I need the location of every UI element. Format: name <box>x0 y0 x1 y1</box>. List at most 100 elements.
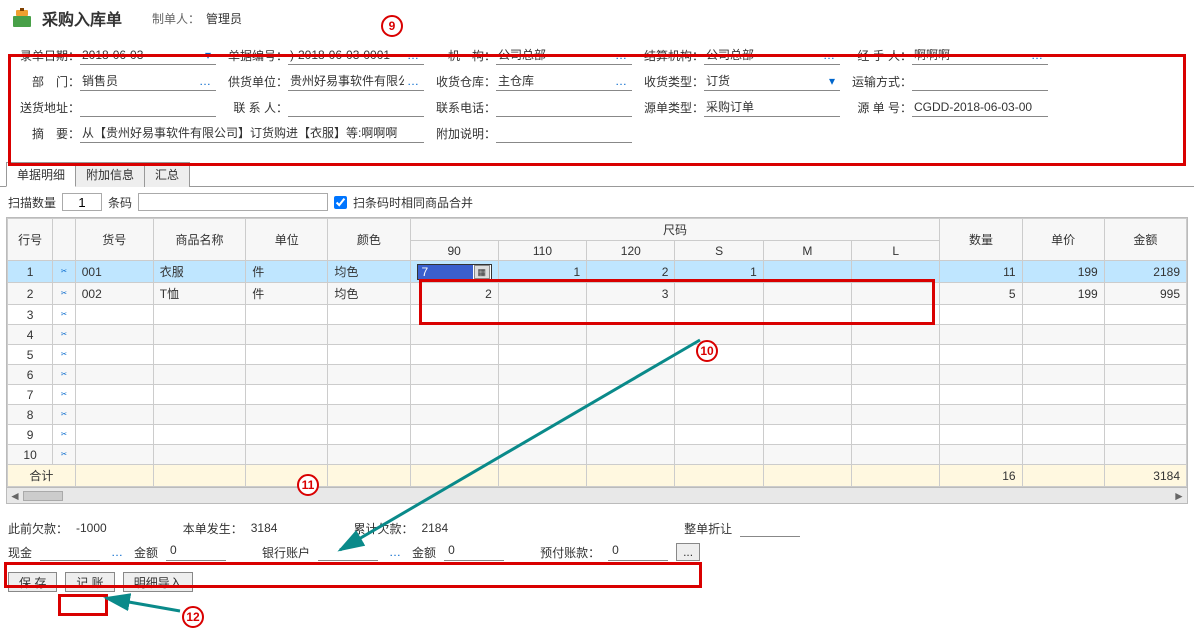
cell[interactable] <box>763 283 851 305</box>
scroll-right-icon[interactable]: ► <box>1171 489 1187 503</box>
table-row[interactable]: 10✂ <box>8 445 1187 465</box>
cell[interactable]: 2 <box>587 261 675 283</box>
cell[interactable]: 5 <box>940 283 1022 305</box>
ellipsis-icon[interactable]: … <box>1028 48 1046 62</box>
ellipsis-icon[interactable]: … <box>386 545 404 559</box>
srcno-field[interactable]: CGDD-2018-06-03-00 <box>912 97 1048 117</box>
prepay-browse-button[interactable]: ... <box>676 543 700 561</box>
ellipsis-icon[interactable]: … <box>612 48 630 62</box>
srctype-field[interactable]: 采购订单 <box>704 97 840 117</box>
cell[interactable]: 均色 <box>328 261 410 283</box>
cell[interactable]: ✂ <box>53 283 76 305</box>
cell[interactable]: 2189 <box>1104 261 1186 283</box>
qty-editor[interactable]: 7▦ <box>417 264 492 280</box>
handler-field[interactable]: 啊啊啊 … <box>912 45 1048 65</box>
table-row[interactable]: 2✂002T恤件均色235199995 <box>8 283 1187 305</box>
table-row[interactable]: 3✂ <box>8 305 1187 325</box>
bank-account-field[interactable] <box>318 543 378 561</box>
table-row[interactable]: 9✂ <box>8 425 1187 445</box>
tab-extra[interactable]: 附加信息 <box>75 162 145 187</box>
cell[interactable] <box>498 283 586 305</box>
dept-field[interactable]: 销售员 … <box>80 71 216 91</box>
cell[interactable]: 2 <box>410 283 498 305</box>
scroll-thumb[interactable] <box>23 491 63 501</box>
cell[interactable]: 11 <box>940 261 1022 283</box>
col-size-110[interactable]: 110 <box>498 241 586 261</box>
org-field[interactable]: 公司总部 … <box>496 45 632 65</box>
addr-field[interactable] <box>80 97 216 117</box>
ship-field[interactable] <box>912 71 1048 91</box>
ellipsis-icon[interactable]: … <box>196 74 214 88</box>
table-row[interactable]: 4✂ <box>8 325 1187 345</box>
prepay-field[interactable]: 0 <box>608 543 668 561</box>
cell[interactable]: 199 <box>1022 261 1104 283</box>
cell[interactable]: 件 <box>246 283 328 305</box>
col-rownum[interactable]: 行号 <box>8 219 53 261</box>
cell[interactable]: 199 <box>1022 283 1104 305</box>
cell[interactable]: 件 <box>246 261 328 283</box>
cell[interactable] <box>763 261 851 283</box>
scan-qty-input[interactable] <box>62 193 102 211</box>
tab-summary[interactable]: 汇总 <box>144 162 190 187</box>
warehouse-field[interactable]: 主仓库 … <box>496 71 632 91</box>
receipt-type-field[interactable]: 订货 ▾ <box>704 71 840 91</box>
bank-amount-field[interactable]: 0 <box>444 543 504 561</box>
contact-field[interactable] <box>288 97 424 117</box>
cell[interactable]: 7▦ <box>410 261 498 283</box>
supplier-field[interactable]: 贵州好易事软件有限公… … <box>288 71 424 91</box>
cash-amount-field[interactable]: 0 <box>166 543 226 561</box>
col-qty[interactable]: 数量 <box>940 219 1022 261</box>
cell[interactable]: 3 <box>587 283 675 305</box>
cell[interactable]: ✂ <box>53 261 76 283</box>
discount-field[interactable] <box>740 519 800 537</box>
table-row[interactable]: 8✂ <box>8 405 1187 425</box>
dropdown-caret-icon[interactable]: ▾ <box>202 48 214 62</box>
cell[interactable] <box>675 283 763 305</box>
merge-checkbox[interactable] <box>334 196 347 209</box>
table-row[interactable]: 6✂ <box>8 365 1187 385</box>
ellipsis-icon[interactable]: … <box>612 74 630 88</box>
barcode-input[interactable] <box>138 193 328 211</box>
cell[interactable]: 002 <box>75 283 153 305</box>
cell[interactable]: 均色 <box>328 283 410 305</box>
col-name[interactable]: 商品名称 <box>153 219 245 261</box>
export-button[interactable]: 明细导入 <box>123 572 193 592</box>
col-color[interactable]: 颜色 <box>328 219 410 261</box>
ellipsis-icon[interactable]: … <box>404 48 422 62</box>
dropdown-caret-icon[interactable]: ▾ <box>826 74 838 88</box>
save-button[interactable]: 保 存 <box>8 572 57 592</box>
horizontal-scrollbar[interactable]: ◄ ► <box>7 487 1187 503</box>
cell[interactable]: 衣服 <box>153 261 245 283</box>
col-unit[interactable]: 单位 <box>246 219 328 261</box>
ellipsis-icon[interactable]: … <box>108 545 126 559</box>
col-size-120[interactable]: 120 <box>587 241 675 261</box>
ellipsis-icon[interactable]: … <box>820 48 838 62</box>
cell[interactable]: 1 <box>498 261 586 283</box>
col-size-l[interactable]: L <box>852 241 940 261</box>
col-size-s[interactable]: S <box>675 241 763 261</box>
table-row[interactable]: 7✂ <box>8 385 1187 405</box>
ellipsis-icon[interactable]: … <box>404 74 422 88</box>
docno-field[interactable]: )-2018-06-03-0001 … <box>288 45 424 65</box>
cell[interactable] <box>852 261 940 283</box>
tab-detail[interactable]: 单据明细 <box>6 162 76 187</box>
col-price[interactable]: 单价 <box>1022 219 1104 261</box>
col-size-90[interactable]: 90 <box>410 241 498 261</box>
scroll-left-icon[interactable]: ◄ <box>7 489 23 503</box>
table-row[interactable]: 5✂ <box>8 345 1187 365</box>
cell[interactable]: 995 <box>1104 283 1186 305</box>
col-code[interactable]: 货号 <box>75 219 153 261</box>
attach-field[interactable] <box>496 123 632 143</box>
table-row[interactable]: 1✂001衣服件均色7▦121111992189 <box>8 261 1187 283</box>
cash-account-field[interactable] <box>40 543 100 561</box>
cell[interactable]: T恤 <box>153 283 245 305</box>
cell[interactable]: 001 <box>75 261 153 283</box>
date-field[interactable]: 2018-06-03 ▾ <box>80 45 216 65</box>
cell[interactable]: 1 <box>8 261 53 283</box>
cell[interactable]: 1 <box>675 261 763 283</box>
post-button[interactable]: 记 账 <box>65 572 114 592</box>
summary-field[interactable]: 从【贵州好易事软件有限公司】订货购进【衣服】等:啊啊啊 <box>80 123 424 143</box>
phone-field[interactable] <box>496 97 632 117</box>
settle-field[interactable]: 公司总部 … <box>704 45 840 65</box>
col-size-m[interactable]: M <box>763 241 851 261</box>
